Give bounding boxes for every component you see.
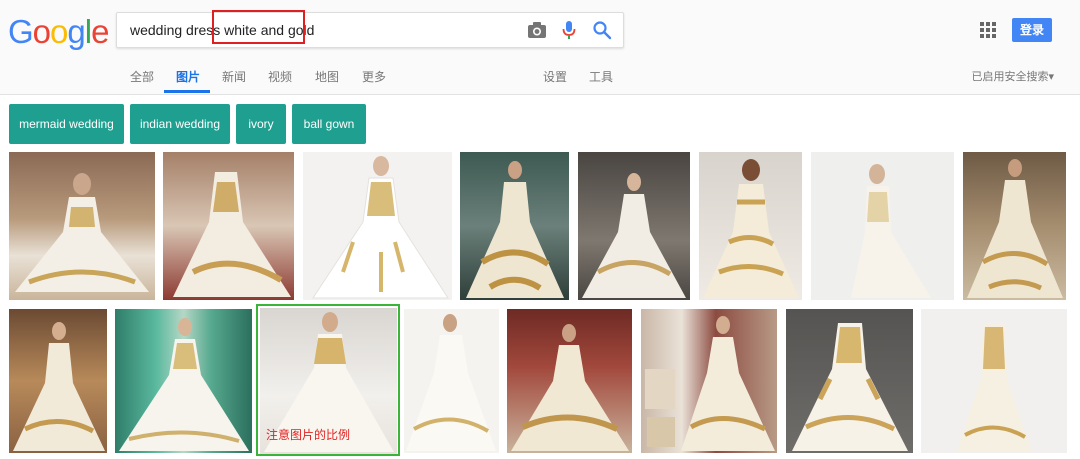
image-result[interactable] [641,309,777,453]
image-result[interactable] [963,152,1066,300]
tab-images[interactable]: 图片 [176,68,200,85]
image-result[interactable] [163,152,294,300]
camera-icon[interactable] [527,21,547,39]
dress-image [967,159,1063,298]
microphone-icon[interactable] [561,20,577,40]
dress-image [466,161,564,298]
tab-news[interactable]: 新闻 [222,68,246,85]
chip-indian-wedding[interactable]: indian wedding [130,104,230,144]
google-logo[interactable]: Google [8,12,109,52]
tab-settings[interactable]: 设置 [543,68,567,85]
safe-search-toggle[interactable]: 已启用安全搜索▾ [971,68,1054,84]
dress-image [119,318,249,451]
dress-image [792,323,908,451]
image-result[interactable] [9,309,107,453]
dress-image [703,159,799,298]
signin-button[interactable]: 登录 [1012,18,1052,42]
tab-tools[interactable]: 工具 [589,68,613,85]
image-result[interactable] [699,152,802,300]
image-result[interactable] [507,309,632,453]
logo-letter: G [8,13,34,50]
tab-more[interactable]: 更多 [362,68,386,85]
header: Google wedding dress white and gold 登录 全 [0,0,1080,95]
chip-ivory[interactable]: ivory [236,104,286,144]
logo-letter: o [32,13,51,50]
dress-image [15,173,149,292]
logo-letter: g [67,13,85,50]
logo-letter: e [91,13,109,50]
dress-image [13,322,105,451]
dress-image [173,172,291,297]
chip-mermaid-wedding[interactable]: mermaid wedding [9,104,124,144]
tab-bar: 全部 图片 新闻 视频 地图 更多 设置 工具 已启用安全搜索▾ [0,58,1080,94]
query-highlight-box [212,10,305,44]
image-result[interactable] [921,309,1067,453]
tab-videos[interactable]: 视频 [268,68,292,85]
dress-image [312,156,449,299]
active-tab-indicator [164,90,210,93]
dress-image [582,173,686,298]
search-box[interactable]: wedding dress white and gold [116,10,624,48]
annotation-text: 注意图片的比例 [266,428,351,442]
image-result[interactable] [9,152,155,300]
image-result[interactable] [460,152,569,300]
image-result[interactable] [404,309,499,453]
image-result[interactable] [303,152,452,300]
dress-image [406,314,496,451]
dress-image [957,323,1031,451]
image-result[interactable] [811,152,954,300]
image-result[interactable] [786,309,913,453]
tab-maps[interactable]: 地图 [315,68,339,85]
search-icon[interactable] [592,20,612,40]
dress-image [645,316,775,451]
apps-grid-icon[interactable] [980,22,996,38]
image-result[interactable] [578,152,690,300]
logo-letter: o [50,13,68,50]
chip-ball-gown[interactable]: ball gown [292,104,366,144]
dress-image [851,164,931,298]
image-result[interactable] [115,309,252,453]
tab-all[interactable]: 全部 [130,68,154,85]
dress-image [511,324,629,451]
